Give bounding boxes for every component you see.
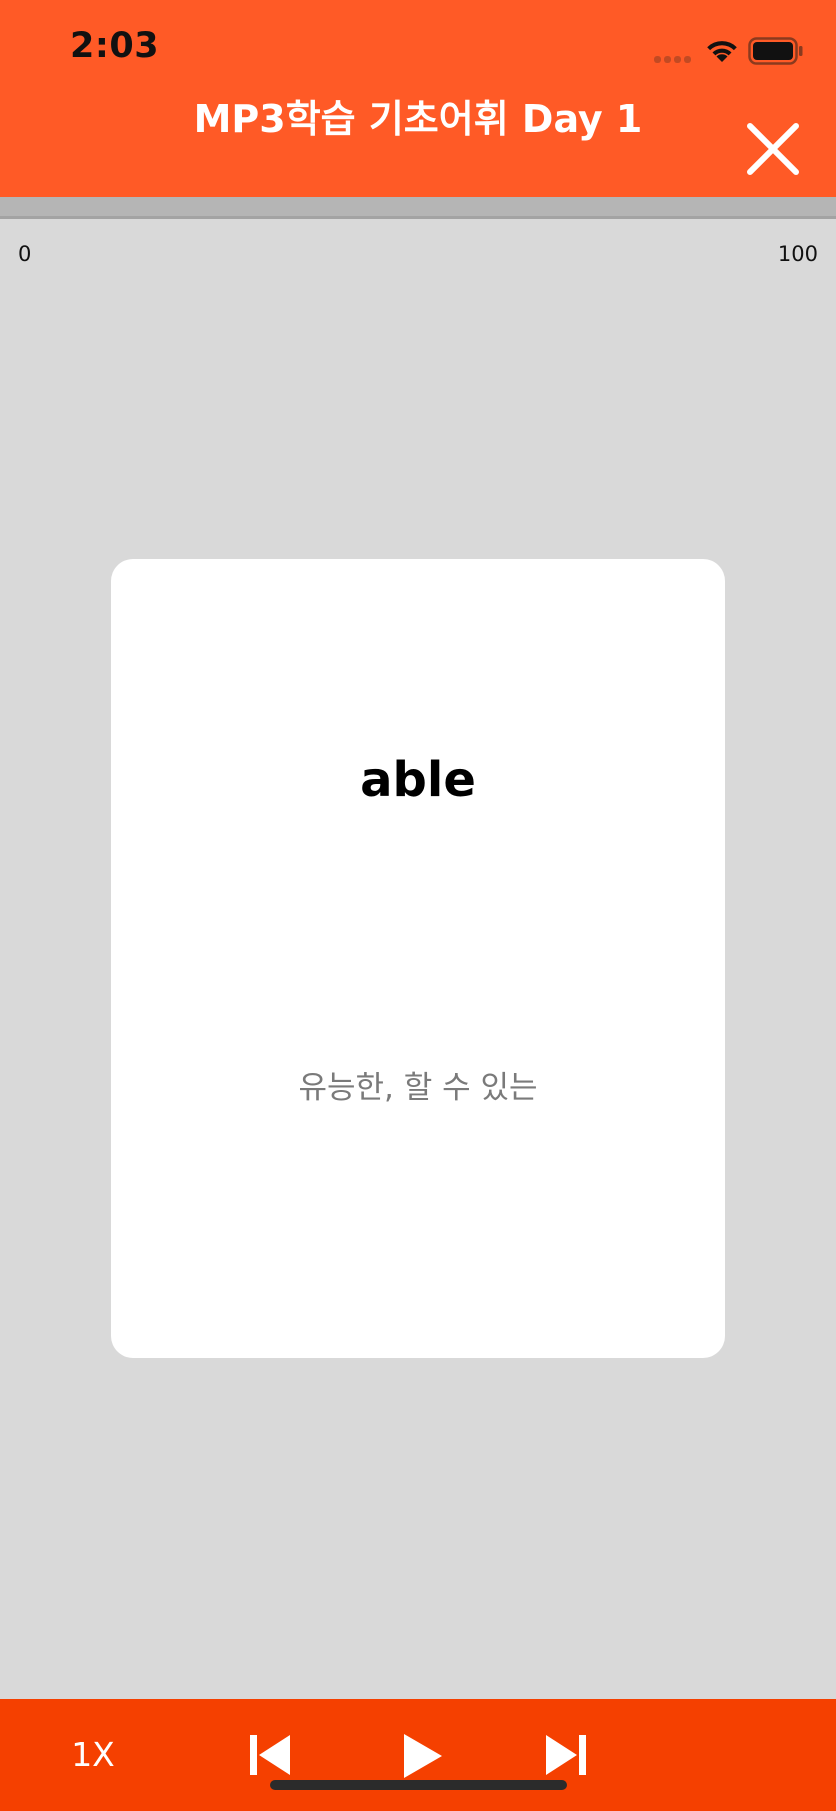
- progress-min-label: 0: [18, 242, 32, 266]
- progress-bar[interactable]: [0, 197, 836, 219]
- play-icon[interactable]: [400, 1732, 446, 1780]
- progress-max-label: 100: [777, 242, 818, 266]
- cellular-signal-icon: [654, 56, 694, 64]
- battery-icon: [748, 37, 803, 65]
- home-indicator: [270, 1780, 567, 1790]
- status-time: 2:03: [70, 26, 160, 66]
- skip-previous-icon[interactable]: [246, 1732, 294, 1778]
- flashcard[interactable]: [111, 559, 725, 1358]
- card-word: able: [360, 752, 476, 808]
- playback-speed-button[interactable]: 1X: [58, 1733, 128, 1777]
- wifi-icon: [707, 41, 737, 62]
- card-meaning: 유능한, 할 수 있는: [298, 1070, 538, 1106]
- app-header: 2:03 MP3학습 기초어휘 Day 1: [0, 0, 836, 197]
- skip-next-icon[interactable]: [542, 1732, 590, 1778]
- close-icon[interactable]: [740, 116, 806, 182]
- page-title: MP3학습 기초어휘 Day 1: [193, 97, 643, 141]
